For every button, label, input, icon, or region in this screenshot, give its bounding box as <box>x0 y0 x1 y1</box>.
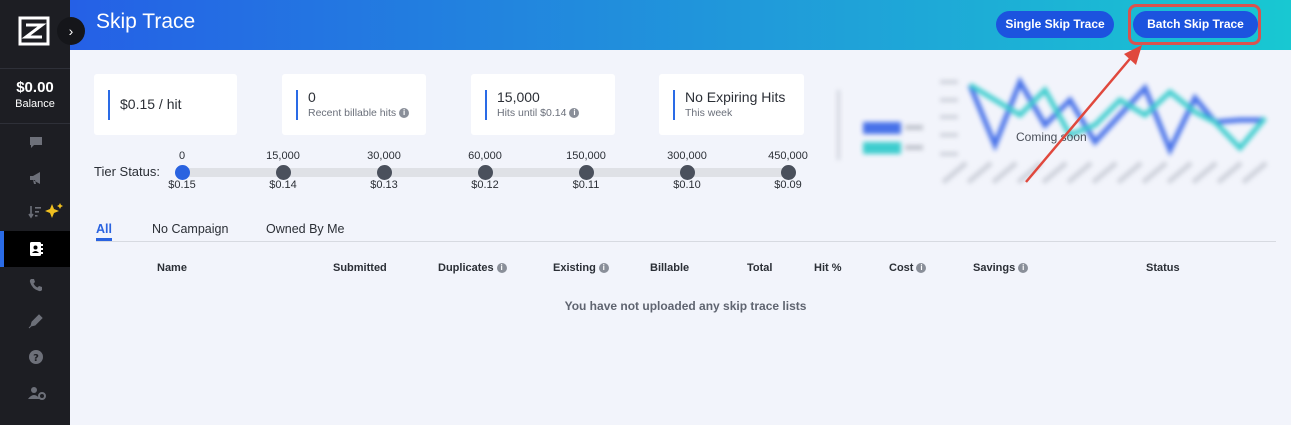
stat-sublabel: Hits until $0.14 i <box>497 107 580 119</box>
stat-card-billable-hits: 0 Recent billable hits i <box>282 74 426 135</box>
stat-sublabel-text: Recent billable hits <box>308 107 397 119</box>
card-accent-bar <box>485 90 487 120</box>
svg-text:?: ? <box>33 353 39 364</box>
tier-marker <box>377 165 392 180</box>
tier-hits-label: 15,000 <box>266 150 300 162</box>
column-header-status[interactable]: Status <box>1146 262 1180 274</box>
tier-marker <box>478 165 493 180</box>
tier-marker <box>175 165 190 180</box>
balance-label: Balance <box>15 98 55 110</box>
info-icon[interactable]: i <box>1018 263 1029 274</box>
sidebar-item-messages[interactable] <box>0 124 70 160</box>
tier-marker <box>579 165 594 180</box>
sidebar-item-phone[interactable] <box>0 267 70 303</box>
tier-marker <box>781 165 796 180</box>
phone-icon <box>29 279 42 292</box>
stat-sublabel: This week <box>685 107 733 119</box>
tier-hits-label: 30,000 <box>367 150 401 162</box>
highlight-box <box>1128 4 1261 45</box>
sidebar-item-sort[interactable] <box>0 196 70 232</box>
help-icon: ? <box>29 350 43 364</box>
stat-card-price: $0.15 / hit <box>94 74 237 135</box>
column-header-savings-label: Savings <box>973 262 1016 274</box>
tier-price-label: $0.10 <box>673 179 701 191</box>
page-title: Skip Trace <box>96 10 196 33</box>
tab-bar: All No Campaign Owned By Me <box>96 222 1276 242</box>
stat-value: 0 <box>308 89 316 105</box>
info-icon[interactable]: i <box>598 263 609 274</box>
annotation-arrow <box>1025 45 1142 183</box>
logo-icon[interactable] <box>18 16 50 46</box>
stat-value: 15,000 <box>497 89 540 105</box>
tier-price-label: $0.13 <box>370 179 398 191</box>
sidebar-item-help[interactable]: ? <box>0 339 70 375</box>
stat-value: No Expiring Hits <box>685 89 786 105</box>
tier-price-label: $0.15 <box>168 179 196 191</box>
column-header-submitted[interactable]: Submitted <box>333 262 387 274</box>
expand-sidebar-button[interactable]: › <box>57 17 85 45</box>
column-header-name[interactable]: Name <box>157 262 187 274</box>
info-icon[interactable]: i <box>916 263 927 274</box>
tier-hits-label: 450,000 <box>768 150 808 162</box>
tab-owned-by-me[interactable]: Owned By Me <box>266 222 345 236</box>
tier-hits-label: 300,000 <box>667 150 707 162</box>
tier-price-label: $0.09 <box>774 179 802 191</box>
user-settings-icon <box>28 387 46 400</box>
stat-value: $0.15 / hit <box>120 96 182 112</box>
column-header-existing-label: Existing <box>553 262 596 274</box>
info-icon[interactable]: i <box>399 108 410 119</box>
tier-status-label: Tier Status: <box>94 164 160 179</box>
single-skip-trace-button[interactable]: Single Skip Trace <box>996 11 1114 38</box>
card-accent-bar <box>108 90 110 120</box>
card-accent-bar <box>296 90 298 120</box>
column-header-duplicates-label: Duplicates <box>438 262 494 274</box>
balance-panel[interactable]: $0.00 Balance <box>0 68 70 124</box>
stat-card-hits-until: 15,000 Hits until $0.14 i <box>471 74 615 135</box>
empty-state-message: You have not uploaded any skip trace lis… <box>564 299 807 313</box>
info-icon[interactable]: i <box>569 108 580 119</box>
sidebar-item-campaigns[interactable] <box>0 160 70 196</box>
stat-sublabel: Recent billable hits i <box>308 107 410 119</box>
column-header-billable[interactable]: Billable <box>650 262 689 274</box>
sidebar: › $0.00 Balance ? <box>0 0 85 425</box>
megaphone-icon <box>30 172 40 184</box>
sidebar-item-user-settings[interactable] <box>0 375 70 411</box>
tier-price-label: $0.12 <box>471 179 499 191</box>
tier-price-label: $0.11 <box>572 179 600 191</box>
tab-all[interactable]: All <box>96 222 112 241</box>
stat-card-expiring-hits: No Expiring Hits This week <box>659 74 804 135</box>
pencil-icon <box>28 314 43 329</box>
info-icon[interactable]: i <box>496 263 507 274</box>
column-header-duplicates[interactable]: Duplicates i <box>438 262 507 274</box>
stat-sublabel-text: Hits until $0.14 <box>497 107 567 119</box>
column-header-total[interactable]: Total <box>747 262 772 274</box>
tier-hits-label: 0 <box>178 150 186 162</box>
tier-price-label: $0.14 <box>269 179 297 191</box>
sidebar-item-contacts[interactable] <box>0 231 70 267</box>
tab-no-campaign[interactable]: No Campaign <box>152 222 228 236</box>
sort-sparkle-icon <box>28 203 63 219</box>
column-header-savings[interactable]: Savings i <box>973 262 1029 274</box>
card-accent-bar <box>673 90 675 120</box>
tier-hits-label: 150,000 <box>566 150 606 162</box>
column-header-cost[interactable]: Cost i <box>889 262 927 274</box>
tier-marker <box>680 165 695 180</box>
chevron-right-icon: › <box>68 23 74 39</box>
tier-marker <box>276 165 291 180</box>
balance-amount: $0.00 <box>16 79 54 96</box>
column-header-existing[interactable]: Existing i <box>553 262 609 274</box>
column-header-cost-label: Cost <box>889 262 914 274</box>
contact-book-icon <box>30 242 43 256</box>
tier-hits-label: 60,000 <box>468 150 502 162</box>
column-header-hit-percent[interactable]: Hit % <box>814 262 842 274</box>
messages-icon <box>30 137 42 148</box>
